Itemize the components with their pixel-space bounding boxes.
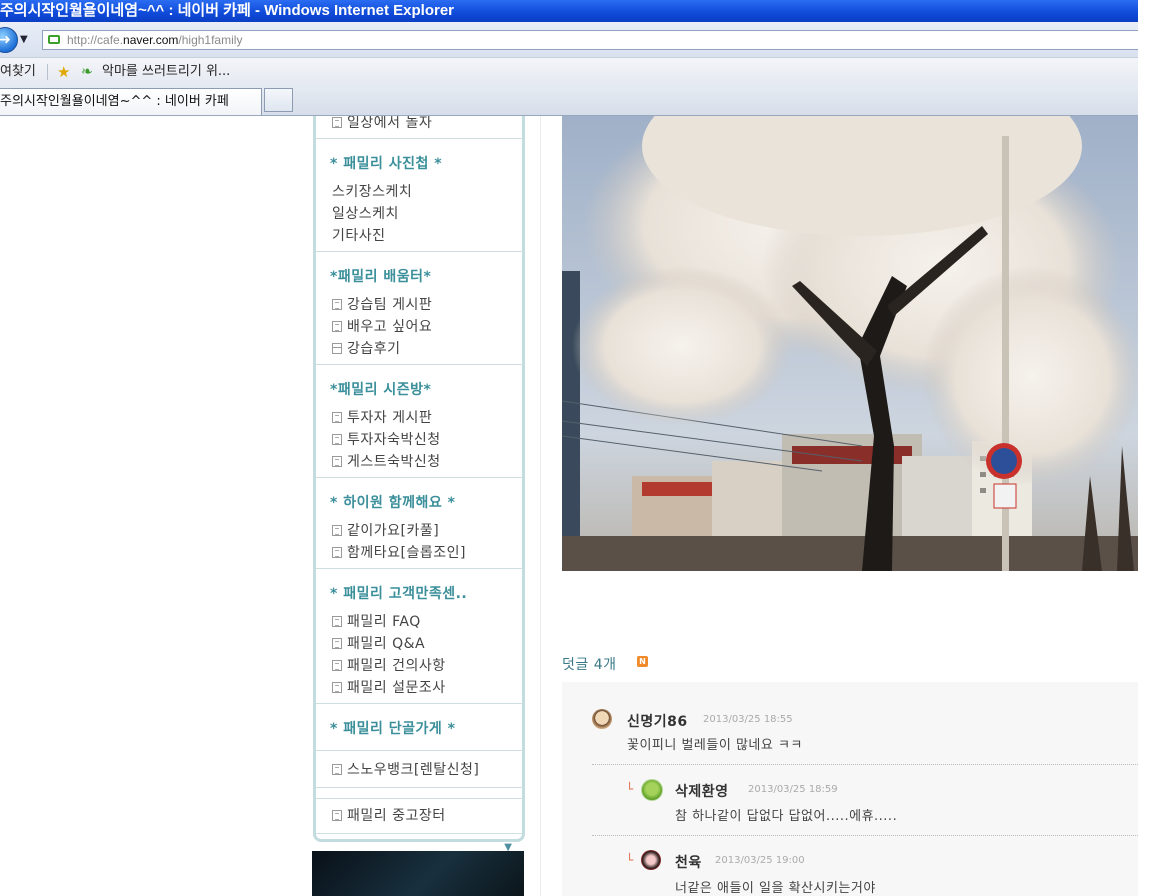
menu-section-rental: 스노우뱅크[렌탈신청] xyxy=(316,751,522,788)
menu-item[interactable]: 강습팀 게시판 xyxy=(316,294,522,316)
avatar[interactable] xyxy=(592,709,612,729)
column-divider xyxy=(540,116,541,896)
favorite-link[interactable]: 악마를 쓰러트리기 위... xyxy=(102,58,230,86)
menu-item[interactable]: 스노우뱅크[렌탈신청] xyxy=(316,759,522,781)
menu-section-title[interactable]: *패밀리 배움터* xyxy=(316,258,522,294)
comment-date: 2013/03/25 19:00 xyxy=(715,855,805,866)
new-badge: N xyxy=(637,656,648,667)
board-icon xyxy=(332,434,342,445)
menu-section-title[interactable]: * 패밀리 단골가게 * xyxy=(316,710,522,746)
menu-item[interactable]: 일상에서 놀자 xyxy=(316,116,522,134)
comment-date: 2013/03/25 18:55 xyxy=(703,714,793,725)
menu-item[interactable]: 투자자 게시판 xyxy=(316,407,522,429)
menu-section: *패밀리 배움터* 강습팀 게시판 배우고 싶어요 강습후기 xyxy=(316,252,522,365)
tab-active[interactable]: 주의시작인월욜이네염~^^ : 네이버 카페 xyxy=(0,88,262,115)
menu-sections: * 패밀리 사진첩 * 스키장스케치 일상스케치 기타사진 *패밀리 배움터* 강습팀 게… xyxy=(316,116,1138,751)
board-icon xyxy=(332,810,342,821)
window-titlebar: 주의시작인월욜이네염~^^ : 네이버 카페 - Windows Interne… xyxy=(0,0,1138,22)
address-path: /high1family xyxy=(178,33,243,47)
comment-author[interactable]: 신명기86 xyxy=(627,711,688,731)
menu-item[interactable]: 패밀리 설문조사 xyxy=(316,677,522,699)
comment-author[interactable]: 천육 xyxy=(675,852,702,872)
menu-section-title[interactable]: *패밀리 시즌방* xyxy=(316,371,522,407)
new-tab-button[interactable] xyxy=(264,88,293,112)
board-icon xyxy=(332,412,342,423)
board-icon xyxy=(332,616,342,627)
feather-icon: ❧ xyxy=(81,64,93,80)
menu-section-title[interactable]: * 패밀리 고객만족센.. xyxy=(316,575,522,611)
address-toolbar: ➜ ▼ http://cafe.naver.com/high1family xyxy=(0,22,1138,57)
menu-item[interactable]: 패밀리 Q&A xyxy=(316,633,522,655)
comment-text: 꽃이피니 벌레들이 많네요 ㅋㅋ xyxy=(627,738,803,753)
avatar[interactable] xyxy=(641,779,663,801)
sidebar-banner[interactable] xyxy=(312,851,524,896)
menu-item[interactable]: 패밀리 중고장터 xyxy=(316,805,522,827)
menu-item[interactable]: 같이가요[카풀] xyxy=(316,520,522,542)
page-icon xyxy=(48,35,60,44)
address-input[interactable]: http://cafe.naver.com/high1family xyxy=(42,30,1138,50)
menu-item[interactable]: 강습후기 xyxy=(316,338,522,360)
cafe-menu-sidebar: 일상에서 놀자 * 패밀리 사진첩 * 스키장스케치 일상스케치 기타사진 *패밀리 배… xyxy=(313,116,1138,859)
comments-title: 덧글 4개 xyxy=(562,657,617,673)
address-prefix: http://cafe. xyxy=(67,33,124,47)
menu-item[interactable]: 패밀리 건의사항 xyxy=(316,655,522,677)
favorites-label[interactable]: 여찾기 xyxy=(0,58,36,86)
menu-item[interactable]: 배우고 싶어요 xyxy=(316,316,522,338)
history-dropdown-icon[interactable]: ▼ xyxy=(20,34,28,45)
address-domain: naver.com xyxy=(123,33,179,47)
cherry-blossom-photo xyxy=(562,116,1138,571)
board-icon xyxy=(332,456,342,467)
menu-section: * 하이원 함께해요 * 같이가요[카풀] 함께타요[슬롭조인] xyxy=(316,478,522,569)
window-title: 주의시작인월욜이네염~^^ : 네이버 카페 - Windows Interne… xyxy=(0,2,454,19)
menu-section: * 패밀리 고객만족센.. 패밀리 FAQ 패밀리 Q&A 패밀리 건의사항 패밀리 설… xyxy=(316,569,522,704)
menu-section: * 패밀리 사진첩 * 스키장스케치 일상스케치 기타사진 xyxy=(316,116,1138,563)
board-icon xyxy=(332,682,342,693)
board-icon xyxy=(332,660,342,671)
menu-item[interactable]: 투자자숙박신청 xyxy=(316,429,522,451)
board-icon xyxy=(332,321,342,332)
menu-section-top: 일상에서 놀자 xyxy=(316,116,522,139)
reply-arrow-icon: └ xyxy=(626,782,634,796)
comment-list: 신명기86 2013/03/25 18:55 꽃이피니 벌레들이 많네요 ㅋㅋ … xyxy=(562,682,1138,896)
comment-divider xyxy=(592,764,1138,765)
menu-section-title[interactable]: * 패밀리 사진첩 * xyxy=(316,145,522,181)
add-favorite-star-icon[interactable]: ★ xyxy=(57,58,70,86)
comment-text: 참 하나같이 답없다 답없어.....에휴..... xyxy=(675,809,898,824)
board-icon xyxy=(332,525,342,536)
back-button[interactable]: ➜ xyxy=(0,27,18,53)
menu-item[interactable]: 기타사진 xyxy=(316,116,1138,563)
menu-item[interactable]: 패밀리 FAQ xyxy=(316,611,522,633)
page-content: 일상에서 놀자 * 패밀리 사진첩 * 스키장스케치 일상스케치 기타사진 *패밀리 배… xyxy=(0,116,1138,896)
board-icon xyxy=(332,638,342,649)
reply-arrow-icon: └ xyxy=(626,853,634,867)
comment-divider xyxy=(592,835,1138,836)
menu-section: *패밀리 시즌방* 투자자 게시판 투자자숙박신청 게스트숙박신청 xyxy=(316,365,522,478)
menu-item[interactable]: 게스트숙박신청 xyxy=(316,451,522,473)
board-icon xyxy=(332,299,342,310)
menu-section: * 패밀리 단골가게 * xyxy=(316,704,522,751)
board-icon xyxy=(332,764,342,775)
comment-text: 너같은 애들이 일을 확산시키는거야 xyxy=(675,881,876,896)
menu-item[interactable]: 스키장스케치 xyxy=(316,116,1138,563)
menu-section-market: 패밀리 중고장터 xyxy=(316,798,522,834)
menu-item[interactable]: 일상스케치 xyxy=(316,116,1138,563)
comment-author[interactable]: 삭제환영 xyxy=(675,781,729,801)
comment-date: 2013/03/25 18:59 xyxy=(748,784,838,795)
favorites-bar: 여찾기 ★ ❧ 악마를 쓰러트리기 위... xyxy=(0,57,1138,86)
avatar[interactable] xyxy=(641,850,661,870)
favorites-separator xyxy=(47,64,48,80)
comments-count: 4개 xyxy=(593,657,617,673)
review-icon xyxy=(332,343,342,354)
board-icon xyxy=(332,117,342,128)
tab-bar: 주의시작인월욜이네염~^^ : 네이버 카페 xyxy=(0,85,1138,116)
menu-section-title[interactable]: * 하이원 함께해요 * xyxy=(316,484,522,520)
post-photo[interactable] xyxy=(562,116,1138,571)
board-icon xyxy=(332,547,342,558)
menu-item[interactable]: 함께타요[슬롭조인] xyxy=(316,542,522,564)
